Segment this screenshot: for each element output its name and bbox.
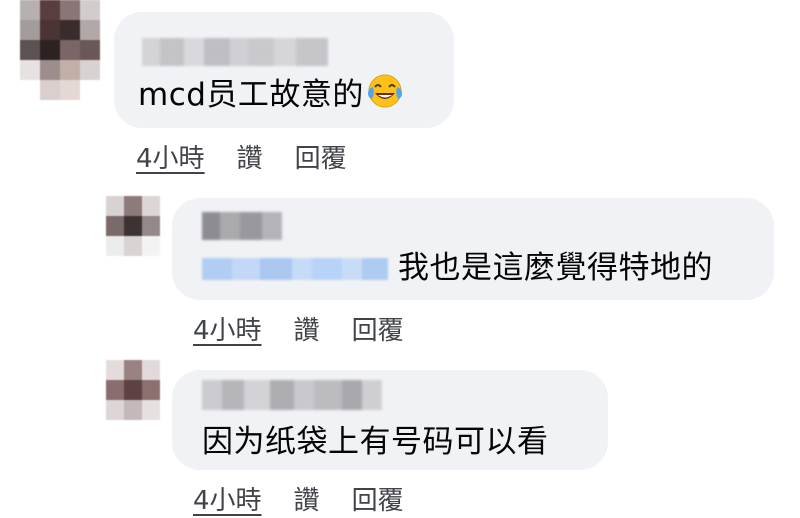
reply-button[interactable]: 回覆 — [352, 310, 404, 347]
like-button[interactable]: 讚 — [237, 138, 263, 175]
like-button[interactable]: 讚 — [294, 480, 320, 517]
reply-bubble: 我也是這麼覺得特地的 — [172, 198, 774, 300]
reply-text: 我也是這麼覺得特地的 — [398, 250, 713, 286]
reply-bubble: 因为纸袋上有号码可以看 — [172, 370, 608, 470]
commenter-avatar[interactable] — [20, 0, 100, 100]
reply-button[interactable]: 回覆 — [352, 480, 404, 517]
reply-author-name-redacted[interactable] — [202, 212, 282, 240]
reply-button[interactable]: 回覆 — [295, 138, 347, 175]
tagged-user-mention-redacted[interactable] — [202, 258, 388, 280]
reply-actions: 4小時 讚 回覆 — [193, 480, 404, 517]
comment-actions: 4小時 讚 回覆 — [136, 138, 347, 175]
reply-author-name-redacted[interactable] — [202, 380, 382, 410]
reply-avatar[interactable] — [106, 196, 160, 256]
comment-timestamp[interactable]: 4小時 — [136, 138, 205, 175]
commenter-name-redacted[interactable] — [142, 38, 328, 66]
comment-bubble: mcd员工故意的 — [114, 12, 454, 128]
reply-actions: 4小時 讚 回覆 — [193, 310, 404, 347]
comment-text: mcd员工故意的 — [138, 73, 404, 113]
reply-timestamp[interactable]: 4小時 — [193, 310, 262, 347]
like-button[interactable]: 讚 — [294, 310, 320, 347]
reply-text: 因为纸袋上有号码可以看 — [202, 424, 549, 460]
face-with-tears-of-joy-icon — [367, 74, 402, 108]
reply-timestamp[interactable]: 4小時 — [193, 480, 262, 517]
reply-avatar[interactable] — [106, 360, 160, 420]
